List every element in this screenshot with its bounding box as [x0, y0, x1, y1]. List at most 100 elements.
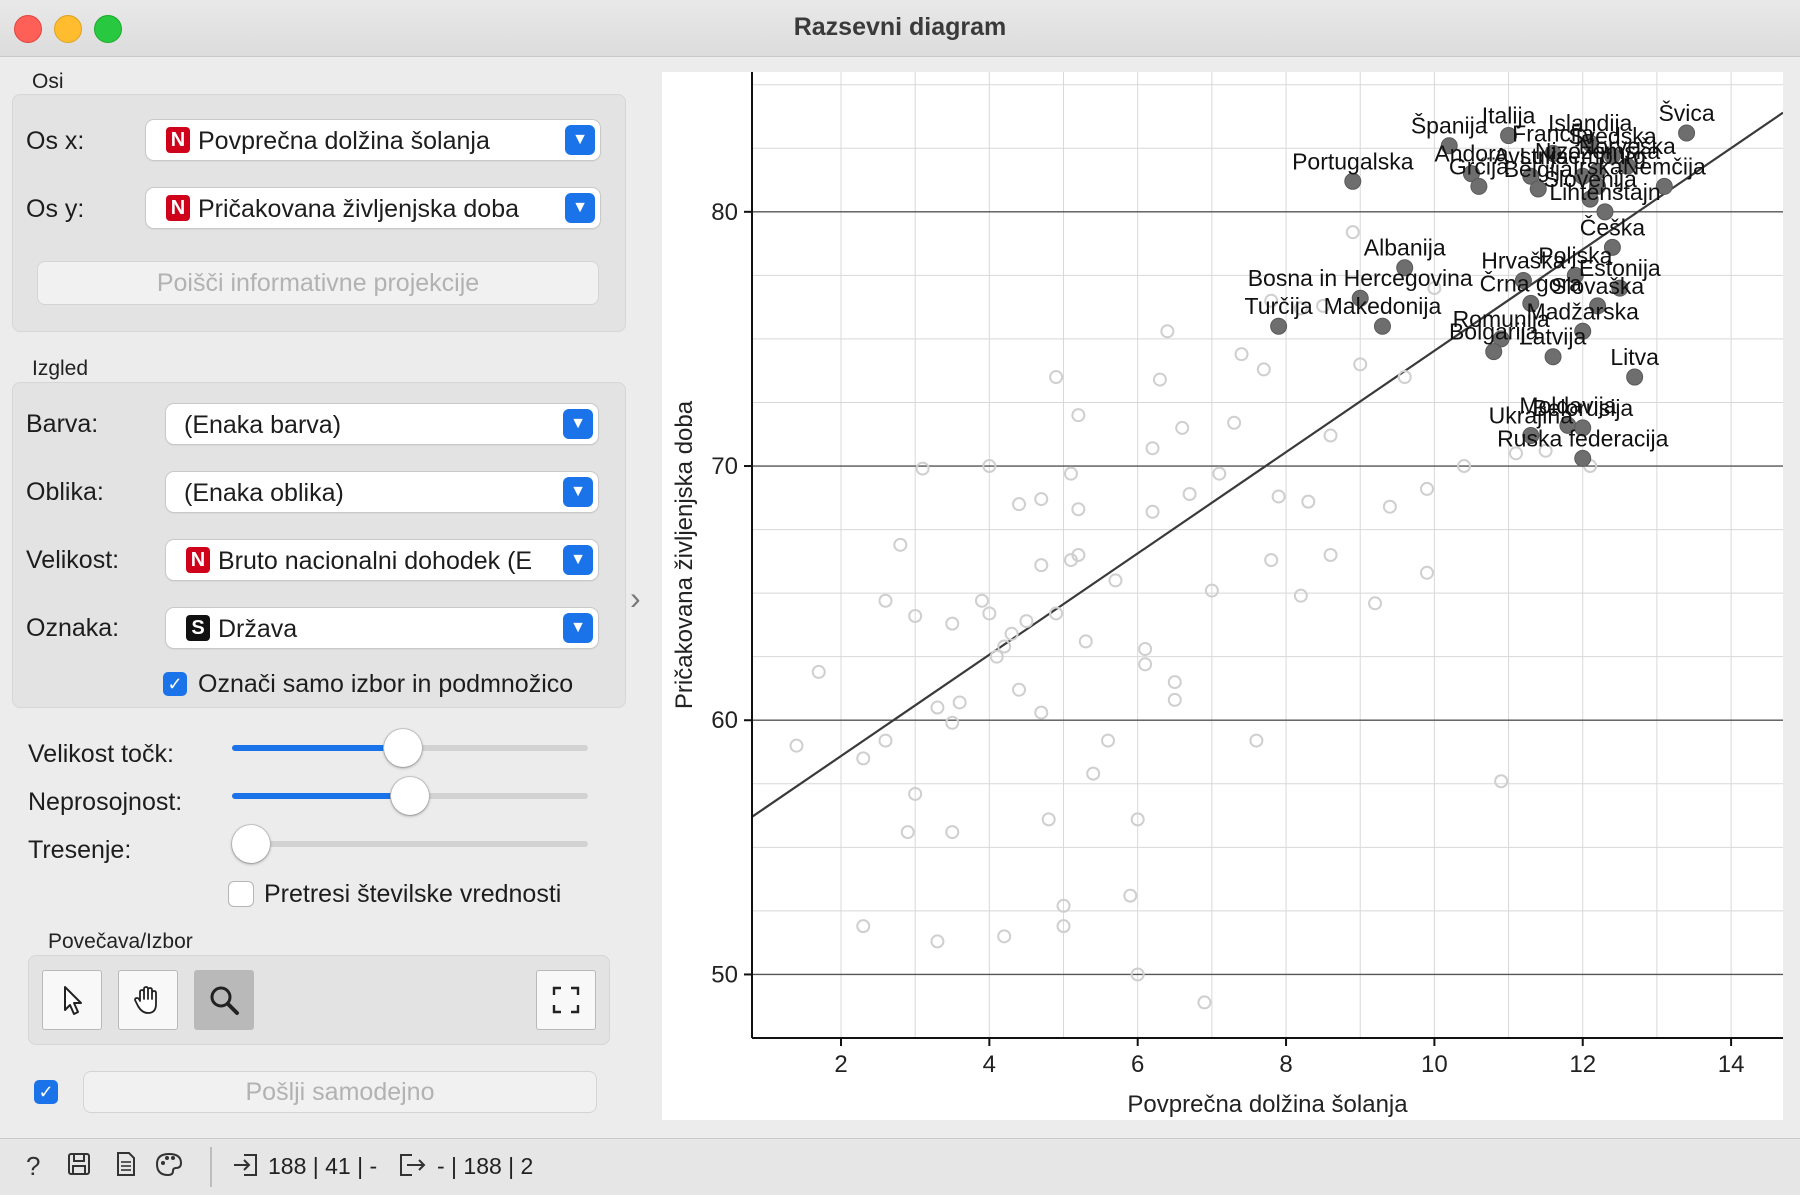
data-point[interactable]: [1086, 766, 1101, 781]
data-point[interactable]: [1041, 812, 1056, 827]
data-point[interactable]: [1160, 324, 1175, 339]
label-select[interactable]: S Država ▼: [166, 608, 598, 648]
data-point[interactable]: [1301, 494, 1316, 509]
jitter-numeric-checkbox[interactable]: ✓: [229, 882, 253, 906]
data-point[interactable]: [1049, 370, 1064, 385]
jitter-slider[interactable]: [232, 825, 588, 863]
data-point[interactable]: [1382, 499, 1397, 514]
data-point[interactable]: [1368, 596, 1383, 611]
label-only-selected-checkbox[interactable]: ✓: [163, 672, 187, 696]
data-point[interactable]: [1197, 995, 1212, 1010]
data-point[interactable]: [997, 929, 1012, 944]
data-point[interactable]: [1323, 428, 1338, 443]
selected-data-point[interactable]: [1485, 343, 1503, 361]
plot-area[interactable]: Švica Italija Španija Islandija Francija Šved…: [662, 72, 1784, 1120]
data-point[interactable]: [1494, 774, 1509, 789]
data-point[interactable]: [893, 537, 908, 552]
scatter-plot[interactable]: ŠvicaItalijaŠpanija IslandijaFrancijaŠved…: [662, 72, 1784, 1120]
find-projections-button[interactable]: Poišči informativne projekcije: [38, 262, 598, 304]
send-auto-button[interactable]: Pošlji samodejno: [84, 1072, 596, 1112]
selected-data-point[interactable]: [1373, 317, 1391, 335]
data-point[interactable]: [1004, 626, 1019, 641]
data-point[interactable]: [1034, 705, 1049, 720]
data-point[interactable]: [1078, 634, 1093, 649]
fit-view-icon[interactable]: [536, 970, 596, 1030]
data-point[interactable]: [1264, 553, 1279, 568]
data-point[interactable]: [1167, 675, 1182, 690]
color-select[interactable]: (Enaka barva) ▼: [166, 404, 598, 444]
data-point[interactable]: [1138, 657, 1153, 672]
x-axis-select[interactable]: N Povprečna dolžina šolanja ▼: [146, 120, 600, 160]
data-point[interactable]: [878, 733, 893, 748]
size-select[interactable]: N Bruto nacionalni dohodek (E ▼: [166, 540, 598, 580]
help-icon[interactable]: ?: [26, 1151, 40, 1182]
magnifier-icon[interactable]: [194, 970, 254, 1030]
data-point[interactable]: [1108, 573, 1123, 588]
data-point[interactable]: [945, 616, 960, 631]
point-size-slider[interactable]: [232, 729, 588, 767]
selected-data-point[interactable]: [1574, 449, 1592, 467]
data-point[interactable]: [1034, 492, 1049, 507]
data-point[interactable]: [974, 593, 989, 608]
data-point[interactable]: [915, 461, 930, 476]
data-point[interactable]: [1152, 372, 1167, 387]
save-icon[interactable]: [66, 1151, 92, 1184]
data-point[interactable]: [945, 715, 960, 730]
data-point[interactable]: [1227, 415, 1242, 430]
data-point[interactable]: [1256, 362, 1271, 377]
data-point[interactable]: [1019, 614, 1034, 629]
data-point[interactable]: [856, 751, 871, 766]
data-point[interactable]: [1071, 408, 1086, 423]
data-point[interactable]: [1419, 481, 1434, 496]
data-point[interactable]: [1323, 548, 1338, 562]
data-point[interactable]: [952, 695, 967, 710]
data-point[interactable]: [1234, 347, 1249, 362]
data-point[interactable]: [1034, 558, 1049, 573]
palette-icon[interactable]: [154, 1151, 184, 1184]
data-point[interactable]: [1419, 565, 1434, 580]
data-point[interactable]: [1012, 682, 1027, 697]
data-point[interactable]: [1071, 502, 1086, 517]
data-point[interactable]: [1249, 733, 1264, 748]
selected-data-point[interactable]: [1270, 317, 1288, 335]
data-point[interactable]: [1145, 441, 1160, 456]
data-point[interactable]: [1345, 225, 1360, 240]
data-point[interactable]: [1271, 489, 1286, 504]
data-point[interactable]: [945, 825, 960, 840]
data-point[interactable]: [1063, 466, 1078, 481]
chevron-right-icon[interactable]: ›: [630, 580, 641, 617]
pointer-icon[interactable]: [42, 970, 102, 1030]
data-point[interactable]: [1012, 497, 1027, 512]
data-point[interactable]: [1212, 466, 1227, 481]
data-point[interactable]: [1397, 370, 1412, 385]
opacity-slider-knob[interactable]: [391, 777, 429, 815]
data-point[interactable]: [1167, 692, 1182, 707]
y-axis-select[interactable]: N Pričakovana življenjska doba ▼: [146, 188, 600, 228]
selected-data-point[interactable]: [1678, 124, 1696, 142]
data-point[interactable]: [1175, 420, 1190, 435]
data-point[interactable]: [1182, 486, 1197, 501]
data-point[interactable]: [930, 934, 945, 949]
report-icon[interactable]: [114, 1151, 138, 1184]
opacity-slider[interactable]: [232, 777, 588, 815]
data-point[interactable]: [1145, 504, 1160, 519]
data-point[interactable]: [900, 825, 915, 840]
selected-data-point[interactable]: [1344, 172, 1362, 190]
data-point[interactable]: [878, 593, 893, 608]
selected-data-point[interactable]: [1544, 348, 1562, 366]
hand-icon[interactable]: [118, 970, 178, 1030]
data-point[interactable]: [1293, 588, 1308, 603]
selected-data-point[interactable]: [1470, 177, 1488, 195]
send-auto-checkbox[interactable]: ✓: [34, 1080, 58, 1104]
jitter-slider-knob[interactable]: [232, 825, 270, 863]
shape-select[interactable]: (Enaka oblika) ▼: [166, 472, 598, 512]
data-point[interactable]: [856, 919, 871, 934]
data-point[interactable]: [811, 664, 826, 679]
data-point[interactable]: [1101, 733, 1116, 748]
data-point[interactable]: [1123, 888, 1138, 903]
selected-data-point[interactable]: [1626, 368, 1644, 386]
point-size-slider-knob[interactable]: [384, 729, 422, 767]
data-point[interactable]: [1138, 642, 1153, 657]
data-point[interactable]: [789, 738, 804, 753]
data-point[interactable]: [930, 700, 945, 715]
